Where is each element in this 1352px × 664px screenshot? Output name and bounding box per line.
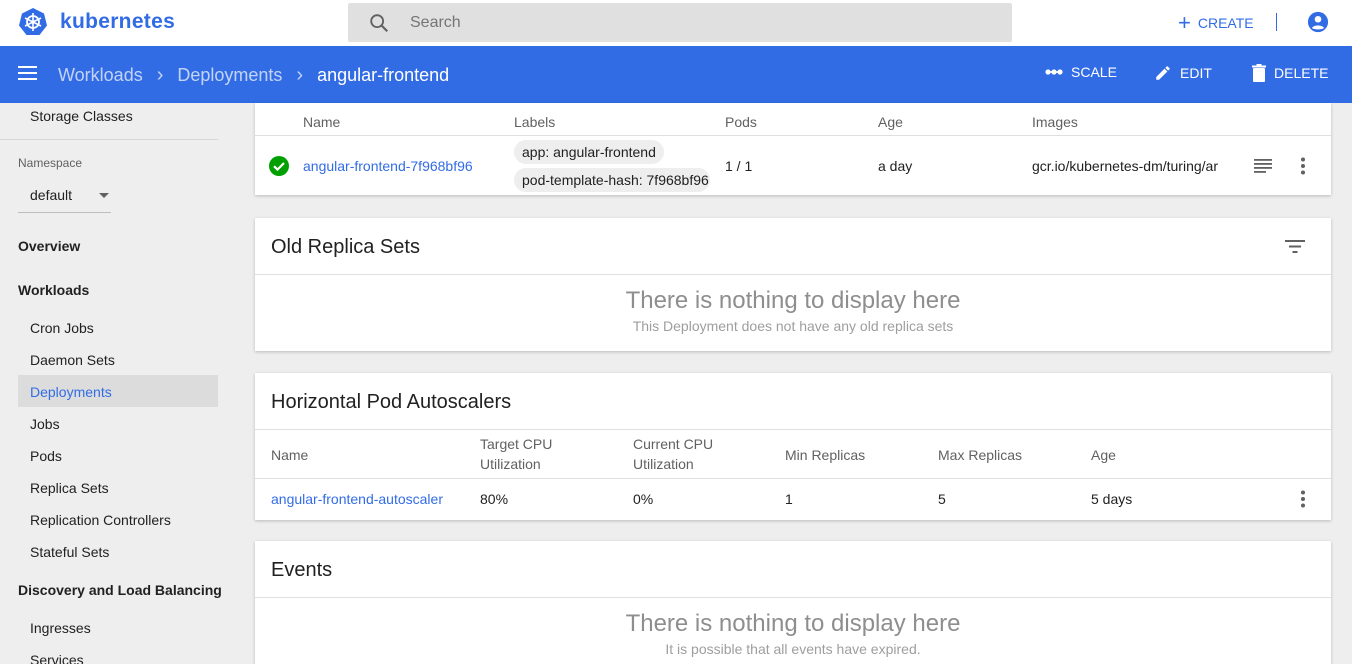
empty-state-subtitle: It is possible that all events have expi… bbox=[665, 641, 921, 657]
more-vert-icon[interactable] bbox=[1300, 490, 1306, 508]
scale-button[interactable]: SCALE bbox=[1045, 64, 1117, 80]
label-chip: app: angular-frontend bbox=[514, 140, 664, 164]
namespace-value: default bbox=[30, 187, 73, 203]
label-chip: pod-template-hash: 7f968bf96 bbox=[514, 168, 710, 192]
sidebar: Storage Classes Namespace default Overvi… bbox=[0, 103, 236, 664]
column-header-target-cpu: Target CPU bbox=[480, 436, 553, 452]
edit-button[interactable]: EDIT bbox=[1154, 64, 1212, 82]
column-header-max-replicas: Max Replicas bbox=[938, 447, 1023, 463]
empty-state-title: There is nothing to display here bbox=[625, 287, 961, 314]
column-header-target-cpu-sub: Utilization bbox=[480, 456, 541, 472]
column-header-current-cpu-sub: Utilization bbox=[633, 456, 694, 472]
sidebar-item-pods[interactable]: Pods bbox=[30, 448, 62, 464]
kubernetes-logo-icon[interactable] bbox=[18, 7, 48, 37]
namespace-select[interactable]: default bbox=[18, 183, 111, 213]
column-header-age[interactable]: Age bbox=[878, 114, 903, 130]
scale-label: SCALE bbox=[1071, 64, 1117, 80]
account-icon[interactable] bbox=[1307, 11, 1329, 33]
sidebar-item-overview[interactable]: Overview bbox=[18, 238, 80, 254]
sidebar-item-jobs[interactable]: Jobs bbox=[30, 416, 60, 432]
chevron-right-icon: › bbox=[296, 64, 304, 86]
page-title: angular-frontend bbox=[317, 65, 450, 85]
more-vert-icon[interactable] bbox=[1300, 157, 1306, 175]
sidebar-item-deployments[interactable]: Deployments bbox=[30, 384, 112, 400]
sidebar-item-storage-classes[interactable]: Storage Classes bbox=[30, 108, 133, 124]
sidebar-item-cron-jobs[interactable]: Cron Jobs bbox=[30, 320, 94, 336]
column-header-min-replicas: Min Replicas bbox=[785, 447, 866, 463]
card-divider bbox=[255, 597, 1331, 598]
card-divider bbox=[255, 429, 1331, 430]
brand-name[interactable]: kubernetes bbox=[60, 10, 175, 34]
hpa-age: 5 days bbox=[1091, 491, 1133, 507]
sidebar-item-stateful-sets[interactable]: Stateful Sets bbox=[30, 544, 109, 560]
new-replica-set-card: Name Labels Pods Age Images angular-fron… bbox=[255, 103, 1331, 195]
column-header-pods: Pods bbox=[725, 114, 757, 130]
delete-label: DELETE bbox=[1274, 65, 1329, 81]
hpa-target-cpu: 80% bbox=[480, 491, 509, 507]
sidebar-item-daemon-sets[interactable]: Daemon Sets bbox=[30, 352, 115, 368]
breadcrumb: Workloads › Deployments › angular-fronte… bbox=[58, 64, 449, 87]
search-input[interactable] bbox=[410, 3, 990, 42]
column-header-name[interactable]: Name bbox=[271, 447, 308, 463]
dropdown-caret-icon bbox=[99, 193, 109, 198]
hpa-name-link[interactable]: angular-frontend-autoscaler bbox=[271, 491, 443, 507]
column-header-name[interactable]: Name bbox=[303, 114, 340, 130]
hpa-min-replicas: 1 bbox=[785, 491, 793, 507]
column-header-age[interactable]: Age bbox=[1091, 447, 1116, 463]
top-bar: kubernetes + CREATE bbox=[0, 0, 1352, 46]
empty-state-subtitle: This Deployment does not have any old re… bbox=[632, 318, 954, 334]
hamburger-menu-icon[interactable] bbox=[18, 65, 38, 81]
column-header-current-cpu: Current CPU bbox=[633, 436, 714, 452]
sidebar-item-replica-sets[interactable]: Replica Sets bbox=[30, 480, 109, 496]
create-button[interactable]: + CREATE bbox=[1178, 12, 1254, 34]
logs-icon[interactable] bbox=[1254, 159, 1272, 173]
delete-button[interactable]: DELETE bbox=[1252, 64, 1328, 82]
replica-set-name-link[interactable]: angular-frontend-7f968bf96 bbox=[303, 158, 473, 174]
breadcrumb-deployments[interactable]: Deployments bbox=[177, 65, 282, 86]
pods-count: 1 / 1 bbox=[725, 158, 753, 174]
column-header-labels: Labels bbox=[514, 114, 556, 130]
create-label: CREATE bbox=[1197, 15, 1254, 31]
namespace-label: Namespace bbox=[18, 156, 83, 170]
row-divider bbox=[255, 135, 1331, 136]
pencil-icon bbox=[1156, 66, 1170, 80]
replica-set-images: gcr.io/kubernetes-dm/turing/ar bbox=[1032, 158, 1218, 174]
row-divider bbox=[255, 478, 1331, 479]
replica-set-age: a day bbox=[878, 158, 913, 174]
sidebar-item-workloads[interactable]: Workloads bbox=[18, 282, 89, 298]
hpa-max-replicas: 5 bbox=[938, 491, 946, 507]
edit-label: EDIT bbox=[1180, 65, 1212, 81]
search-box[interactable] bbox=[348, 3, 1012, 42]
sidebar-item-services[interactable]: Services bbox=[30, 652, 84, 664]
scale-icon bbox=[1045, 69, 1063, 75]
action-bar: Workloads › Deployments › angular-fronte… bbox=[0, 46, 1352, 103]
old-replica-sets-title: Old Replica Sets bbox=[271, 236, 420, 258]
toolbar-divider bbox=[1276, 13, 1277, 31]
old-replica-sets-card: Old Replica Sets There is nothing to dis… bbox=[255, 218, 1331, 351]
hpa-current-cpu: 0% bbox=[633, 491, 654, 507]
sidebar-divider bbox=[0, 139, 218, 140]
filter-icon[interactable] bbox=[1285, 240, 1305, 253]
sidebar-item-replication-controllers[interactable]: Replication Controllers bbox=[30, 512, 171, 528]
trash-icon bbox=[1252, 64, 1266, 82]
empty-state-title: There is nothing to display here bbox=[625, 610, 961, 637]
sidebar-item-ingresses[interactable]: Ingresses bbox=[30, 620, 91, 636]
events-card: Events There is nothing to display here … bbox=[255, 541, 1331, 664]
search-icon bbox=[370, 14, 389, 33]
plus-icon: + bbox=[1178, 10, 1191, 35]
breadcrumb-workloads[interactable]: Workloads bbox=[58, 65, 143, 86]
hpa-card: Horizontal Pod Autoscalers Name Target C… bbox=[255, 373, 1331, 520]
sidebar-item-discovery[interactable]: Discovery and Load Balancing bbox=[18, 582, 222, 598]
hpa-title: Horizontal Pod Autoscalers bbox=[271, 391, 512, 413]
column-header-images: Images bbox=[1032, 114, 1078, 130]
events-title: Events bbox=[271, 559, 333, 581]
card-divider bbox=[255, 274, 1331, 275]
check-circle-icon bbox=[269, 156, 289, 176]
chevron-right-icon: › bbox=[156, 64, 164, 86]
